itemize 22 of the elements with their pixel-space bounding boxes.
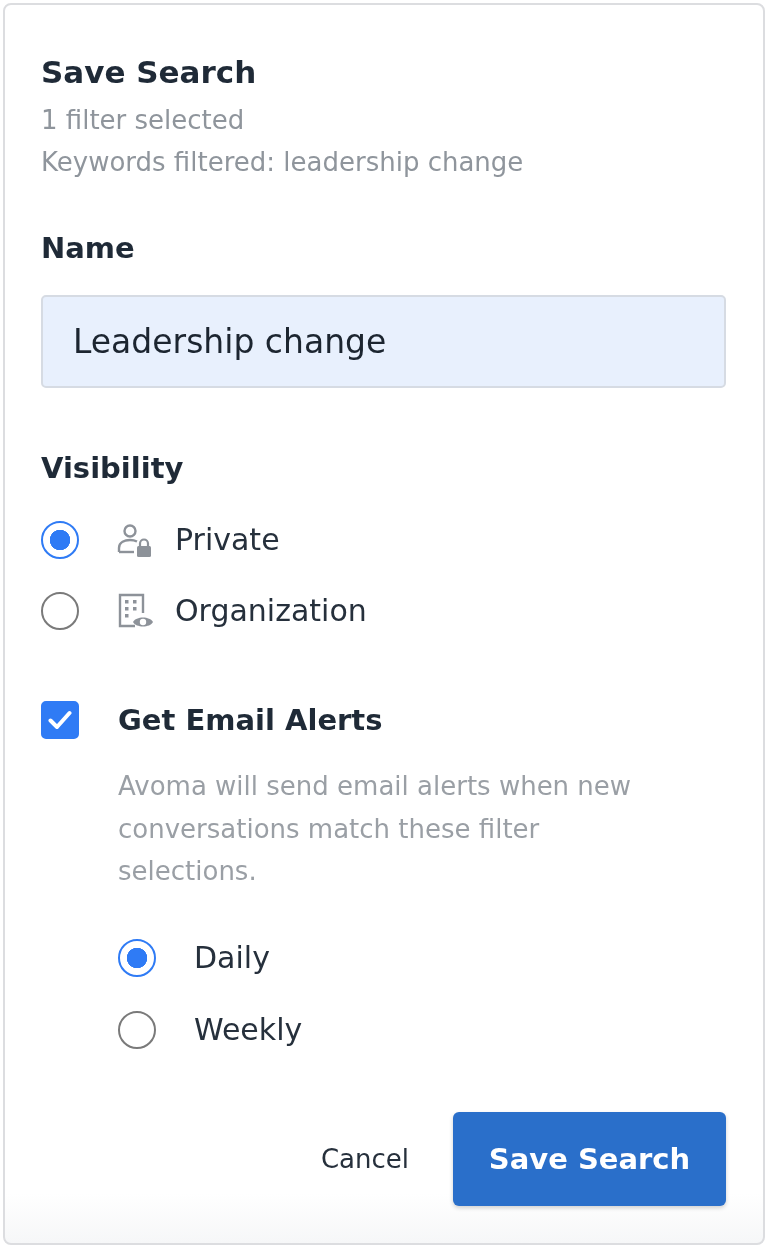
visibility-option-label: Private	[175, 522, 280, 557]
checkmark-icon	[48, 710, 72, 730]
radio-button[interactable]	[118, 1010, 156, 1049]
name-label: Name	[41, 230, 136, 266]
filter-count: 1 filter selected	[41, 104, 246, 137]
email-alerts-description: Avoma will send email alerts when new conversations match these filter selections.	[118, 770, 633, 888]
radio-button[interactable]	[41, 591, 79, 630]
cancel-button[interactable]: Cancel	[320, 1143, 409, 1174]
building-eye-icon	[117, 592, 153, 629]
save-search-button[interactable]: Save Search	[453, 1111, 726, 1206]
dialog-title: Save Search	[41, 53, 258, 92]
email-alerts-label: Get Email Alerts	[118, 703, 383, 737]
frequency-option-label: Weekly	[194, 1012, 303, 1047]
filter-summary: Keywords filtered: leadership change	[41, 146, 525, 179]
name-input-field[interactable]: Leadership change	[41, 295, 726, 388]
frequency-option-label: Daily	[194, 940, 270, 975]
visibility-option-label: Organization	[175, 593, 367, 628]
radio-button[interactable]	[41, 520, 79, 559]
visibility-label: Visibility	[41, 450, 185, 486]
person-lock-icon	[117, 521, 153, 558]
checkbox[interactable]	[41, 701, 79, 739]
radio-button[interactable]	[118, 938, 156, 977]
